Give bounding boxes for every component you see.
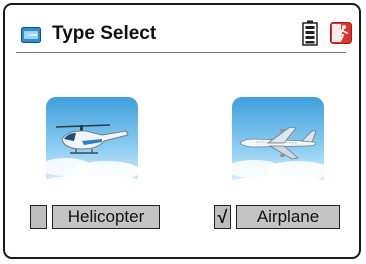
helicopter-image: [46, 97, 138, 189]
header-divider: [16, 52, 346, 53]
exit-icon[interactable]: [330, 22, 352, 44]
helicopter-checkbox[interactable]: [30, 205, 47, 229]
helicopter-tile[interactable]: [46, 97, 138, 189]
airplane-checkbox[interactable]: √: [214, 205, 231, 229]
helicopter-label[interactable]: Helicopter: [52, 205, 160, 229]
model-type-icon: [21, 27, 41, 43]
battery-icon: [302, 20, 318, 46]
airplane-image: [232, 97, 324, 189]
airplane-label[interactable]: Airplane: [236, 205, 340, 229]
header: Type Select: [0, 0, 366, 54]
airplane-tile[interactable]: [232, 97, 324, 189]
page-title: Type Select: [52, 23, 157, 44]
